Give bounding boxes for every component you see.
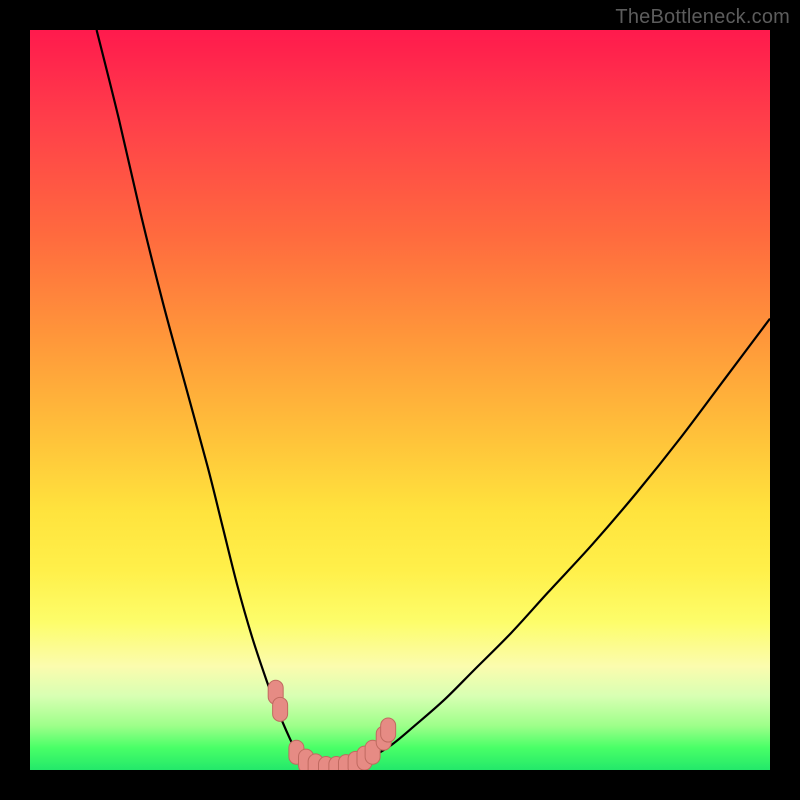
data-markers (30, 30, 770, 770)
watermark-text: TheBottleneck.com (615, 6, 790, 29)
marker-point (273, 697, 288, 721)
plot-area (30, 30, 770, 770)
frame: TheBottleneck.com (0, 0, 800, 800)
marker-point (381, 718, 396, 742)
